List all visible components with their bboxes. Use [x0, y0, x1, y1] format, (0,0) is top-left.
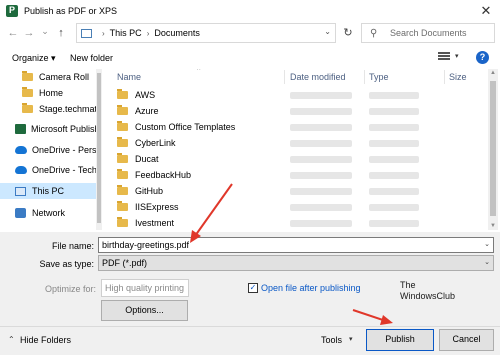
open-after-publishing-label[interactable]: Open file after publishing	[261, 283, 361, 293]
sidebar-item-stage-techmate[interactable]: Stage.techmate	[0, 101, 96, 117]
save-as-type-select[interactable]: PDF (*.pdf) ⌄	[98, 255, 494, 271]
folder-icon	[117, 185, 128, 195]
search-placeholder: Search Documents	[390, 28, 467, 38]
new-folder-button[interactable]: New folder	[70, 53, 113, 63]
column-header-name[interactable]: Name	[117, 69, 141, 85]
sidebar-item-microsoft-publisher[interactable]: Microsoft Publisher	[0, 121, 96, 137]
view-options-icon[interactable]	[438, 52, 450, 63]
sidebar-item-onedrive-personal[interactable]: OneDrive - Personal	[0, 142, 96, 158]
save-as-type-dropdown-icon[interactable]: ⌄	[484, 258, 490, 266]
recent-locations-button[interactable]: ⌄	[38, 24, 52, 38]
back-button[interactable]: ←	[6, 26, 20, 40]
open-after-publishing-checkbox[interactable]: ✓	[248, 283, 258, 293]
sidebar-item-network[interactable]: Network	[0, 205, 96, 221]
watermark-logo: The WindowsClub	[400, 280, 456, 301]
navigation-bar: ← → ⌄ ↑ › This PC › Documents ⌄ ↻ ⚲ Sear…	[0, 21, 500, 45]
command-bar: Organize ▾ New folder ▾ ?	[0, 47, 500, 69]
folder-icon	[117, 217, 128, 227]
file-name-label: File name:	[51, 241, 94, 251]
scroll-down-icon[interactable]: ▼	[490, 223, 496, 229]
cloud-icon	[15, 146, 27, 154]
folder-icon	[117, 169, 128, 179]
tools-button[interactable]: Tools	[321, 335, 342, 345]
sort-indicator-icon: ^	[197, 69, 201, 74]
file-row[interactable]: FeedbackHub	[104, 167, 488, 183]
file-row[interactable]: Azure	[104, 103, 488, 119]
up-button[interactable]: ↑	[54, 26, 68, 40]
cancel-button[interactable]: Cancel	[439, 329, 494, 351]
sidebar-item-onedrive-techm[interactable]: OneDrive - TechM	[0, 162, 96, 178]
optimize-for-select: High quality printing	[101, 279, 189, 297]
cloud-icon	[15, 166, 27, 174]
file-name-dropdown-icon[interactable]: ⌄	[484, 240, 490, 248]
folder-icon	[117, 105, 128, 115]
address-bar[interactable]: › This PC › Documents ⌄	[76, 23, 336, 43]
folder-icon	[22, 71, 33, 81]
tools-dropdown-icon[interactable]: ▾	[349, 335, 353, 343]
file-list: ^ Name Date modified Type Size AWS Azure…	[104, 69, 488, 230]
close-button[interactable]: ✕	[478, 3, 494, 19]
hide-folders-chevron-icon[interactable]: ⌃	[8, 335, 15, 344]
forward-button[interactable]: →	[22, 26, 36, 40]
file-name-field[interactable]: birthday-greetings.pdf ⌄	[98, 237, 494, 253]
file-list-scrollbar-thumb[interactable]	[490, 81, 496, 216]
column-header-date-modified[interactable]: Date modified	[290, 69, 346, 85]
file-row[interactable]: Ivestment	[104, 215, 488, 230]
file-row[interactable]: Custom Office Templates	[104, 119, 488, 135]
organize-button[interactable]: Organize ▾	[12, 53, 56, 64]
sidebar-item-home[interactable]: Home	[0, 85, 96, 101]
search-icon: ⚲	[370, 27, 378, 39]
folder-icon	[22, 103, 33, 113]
column-header-size[interactable]: Size	[449, 69, 467, 85]
refresh-button[interactable]: ↻	[340, 25, 356, 41]
folder-icon	[117, 201, 128, 211]
options-button[interactable]: Options...	[101, 300, 188, 321]
sidebar-item-this-pc[interactable]: This PC	[0, 183, 96, 199]
publish-button[interactable]: Publish	[366, 329, 434, 351]
navigation-pane: Camera Roll Home Stage.techmate Microsof…	[0, 69, 96, 230]
file-list-scrollbar[interactable]: ▲ ▼	[488, 69, 498, 230]
optimize-for-label: Optimize for:	[44, 284, 96, 294]
pc-icon	[15, 186, 26, 196]
scroll-up-icon[interactable]: ▲	[490, 70, 496, 76]
file-row[interactable]: Ducat	[104, 151, 488, 167]
file-row[interactable]: GitHub	[104, 183, 488, 199]
network-icon	[15, 208, 26, 218]
sidebar-scrollbar-thumb[interactable]	[97, 73, 101, 223]
file-row[interactable]: AWS	[104, 87, 488, 103]
publisher-icon	[15, 124, 26, 134]
hide-folders-button[interactable]: Hide Folders	[20, 335, 71, 345]
help-icon[interactable]: ?	[476, 51, 489, 64]
breadcrumb-this-pc[interactable]: This PC	[110, 28, 142, 38]
title-bar: Publish as PDF or XPS ✕	[0, 0, 500, 21]
search-box[interactable]: ⚲ Search Documents	[361, 23, 495, 43]
column-header-type[interactable]: Type	[369, 69, 389, 85]
folder-icon	[117, 153, 128, 163]
folder-icon	[117, 89, 128, 99]
address-dropdown-icon[interactable]: ⌄	[324, 27, 331, 36]
view-dropdown-icon[interactable]: ▾	[455, 52, 459, 60]
save-options-panel: File name: birthday-greetings.pdf ⌄ Save…	[0, 232, 500, 355]
window-title: Publish as PDF or XPS	[24, 5, 118, 16]
publisher-app-icon	[6, 4, 18, 17]
file-row[interactable]: CyberLink	[104, 135, 488, 151]
breadcrumb-documents[interactable]: Documents	[154, 28, 200, 38]
this-pc-icon	[81, 28, 92, 38]
folder-icon	[117, 121, 128, 131]
sidebar-item-camera-roll[interactable]: Camera Roll	[0, 69, 96, 85]
folder-icon	[22, 87, 33, 97]
file-row[interactable]: IISExpress	[104, 199, 488, 215]
folder-icon	[117, 137, 128, 147]
save-as-type-label: Save as type:	[39, 259, 94, 269]
